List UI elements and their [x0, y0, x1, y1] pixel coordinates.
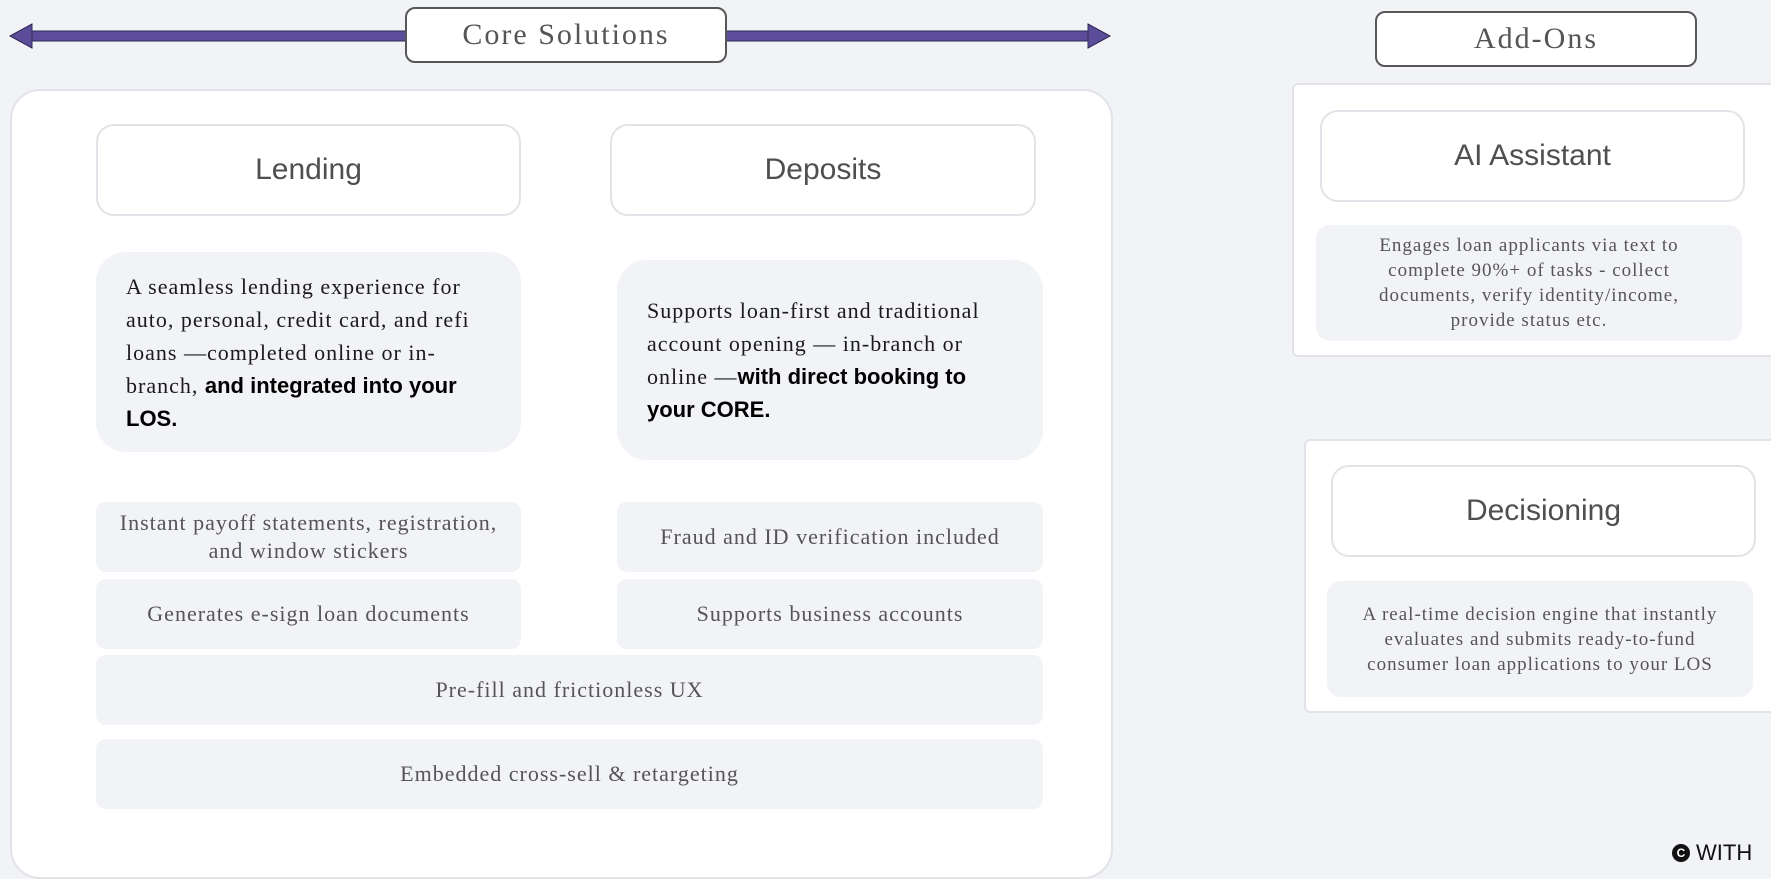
feature-payoff-statements: Instant payoff statements, registration,…: [96, 502, 521, 572]
watermark: C WITH: [1672, 841, 1771, 865]
feature-esign-documents: Generates e-sign loan documents: [96, 579, 521, 649]
decisioning-header: Decisioning: [1331, 465, 1756, 557]
lending-header: Lending: [96, 124, 521, 216]
ai-assistant-header: AI Assistant: [1320, 110, 1745, 202]
lending-description: A seamless lending experience for auto, …: [96, 252, 521, 452]
c-logo-icon: C: [1672, 844, 1690, 862]
feature-fraud-verification: Fraud and ID verification included: [617, 502, 1043, 572]
decisioning-description: A real-time decision engine that instant…: [1327, 581, 1753, 697]
ai-assistant-description: Engages loan applicants via text to comp…: [1316, 225, 1742, 341]
feature-cross-sell: Embedded cross-sell & retargeting: [96, 739, 1043, 809]
feature-business-accounts: Supports business accounts: [617, 579, 1043, 649]
feature-prefill-ux: Pre-fill and frictionless UX: [96, 655, 1043, 725]
deposits-header: Deposits: [610, 124, 1036, 216]
add-ons-title: Add-Ons: [1375, 11, 1697, 67]
watermark-text: WITH: [1696, 841, 1753, 865]
core-solutions-title: Core Solutions: [405, 7, 727, 63]
deposits-description: Supports loan-first and traditional acco…: [617, 260, 1043, 460]
